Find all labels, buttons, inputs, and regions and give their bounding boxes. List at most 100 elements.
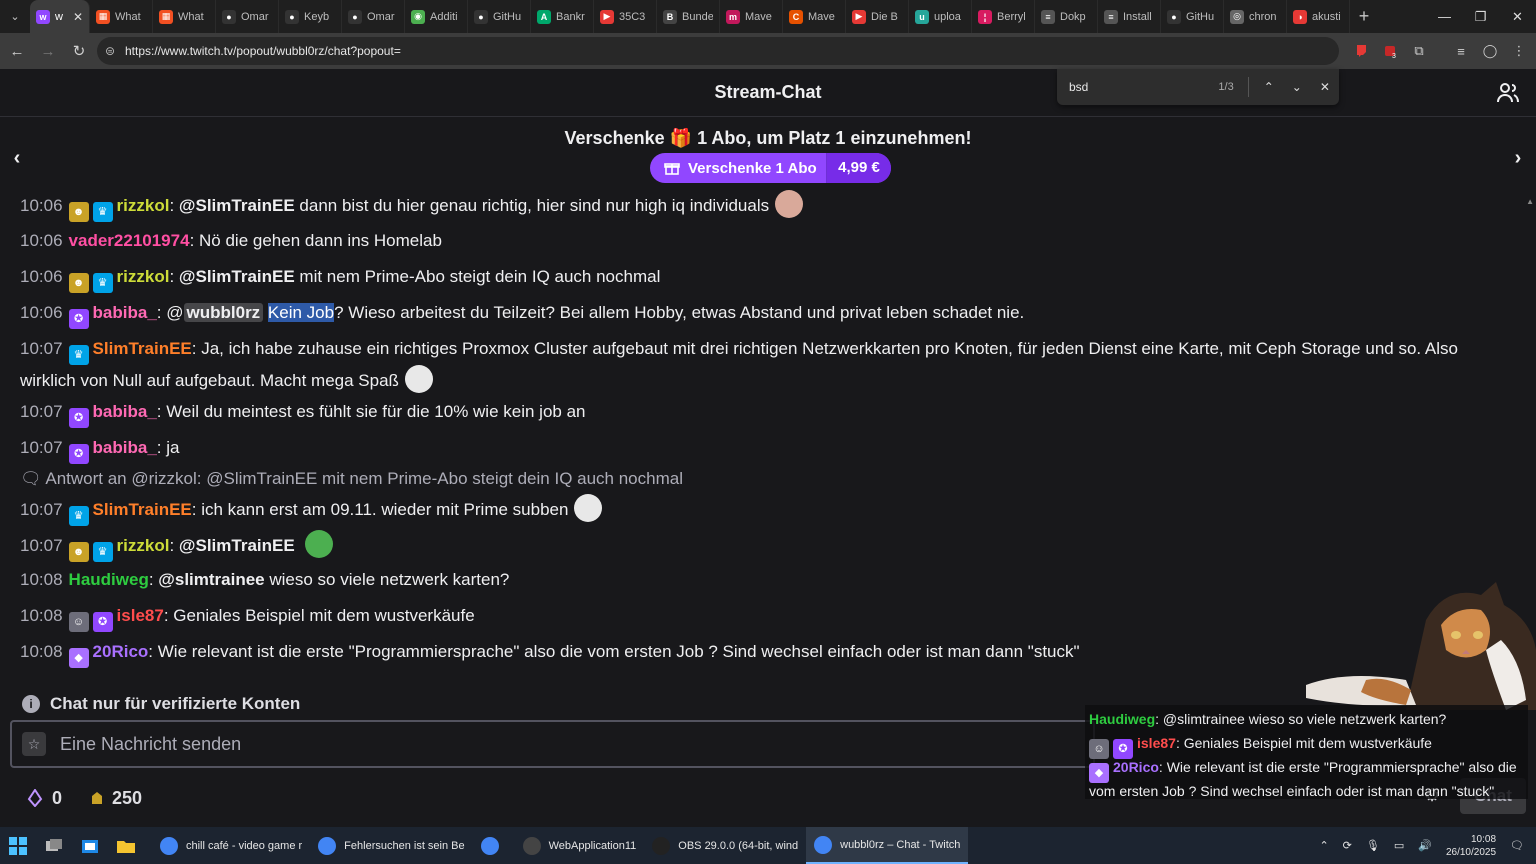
message-username[interactable]: rizzkol	[117, 196, 170, 215]
site-info-icon[interactable]: ⊜	[105, 44, 125, 58]
browser-tab[interactable]: ● Omar	[342, 0, 405, 33]
scrollbar-up-arrow-icon[interactable]: ▲	[1526, 197, 1534, 206]
back-arrow-icon[interactable]: ←	[3, 37, 31, 65]
browser-tab[interactable]: ▶ 35C3	[594, 0, 657, 33]
browser-tab[interactable]: A Bankr	[531, 0, 594, 33]
browser-tab[interactable]: ◉ Additi	[405, 0, 468, 33]
community-users-icon[interactable]	[1496, 81, 1520, 105]
browser-tab[interactable]: u uploa	[909, 0, 972, 33]
extension-twitch-icon[interactable]	[1350, 41, 1372, 61]
forward-arrow-icon[interactable]: →	[34, 37, 62, 65]
taskbar-app[interactable]	[473, 827, 515, 864]
chat-message[interactable]: 10:06 vader22101974: Nö die gehen dann in…	[20, 227, 1510, 254]
emote-icon[interactable]	[775, 190, 804, 218]
browser-menu-icon[interactable]: ⋮	[1508, 41, 1530, 61]
gift-sub-price[interactable]: 4,99 €	[827, 153, 891, 183]
network-icon[interactable]: ▭	[1394, 839, 1404, 852]
chat-message[interactable]: 10:07 ♛ SlimTrainEE: Ja, ich habe zuhause …	[20, 335, 1510, 394]
extension-badge-icon[interactable]: 3	[1380, 41, 1402, 61]
glitch-badge-icon[interactable]: ☺	[68, 612, 89, 632]
browser-tab[interactable]: B Bunde	[657, 0, 720, 33]
chat-message[interactable]: 10:08 ☺ ✪ isle87: Geniales Beispiel mit dem…	[20, 602, 1510, 632]
channel-points-icon[interactable]	[90, 790, 104, 806]
message-username[interactable]: rizzkol	[117, 536, 170, 555]
taskbar-app[interactable]: wubbl0rz – Chat - Twitch	[806, 827, 969, 864]
browser-tab[interactable]: ◑ akusti	[1287, 0, 1350, 33]
message-username[interactable]: isle87	[117, 606, 164, 625]
tab-search-chevron-icon[interactable]: ⌄	[0, 0, 30, 33]
find-close-icon[interactable]: ✕	[1311, 80, 1339, 94]
chat-message[interactable]: 10:06 ☻ ♛ rizzkol: @SlimTrainEE mit nem Pri…	[20, 263, 1510, 293]
browser-tab[interactable]: C Mave	[783, 0, 846, 33]
browser-tab[interactable]: w w ✕	[30, 0, 90, 33]
tray-overflow-chevron-icon[interactable]: ⌃	[1319, 839, 1328, 852]
sub-badge-icon[interactable]: ✪	[92, 612, 113, 632]
browser-tab[interactable]: ▶ Die B	[846, 0, 909, 33]
gift-sub-button-label[interactable]: Verschenke 1 Abo	[650, 153, 827, 183]
media-controls-icon[interactable]: ≡	[1450, 41, 1472, 61]
message-mention[interactable]: @slimtrainee	[158, 570, 264, 589]
chat-message[interactable]: 10:07 ✪ babiba_: Weil du meintest es fühlt…	[20, 398, 1510, 428]
browser-tab[interactable]: ≡ Dokp	[1035, 0, 1098, 33]
vip-badge-icon[interactable]: ◆	[68, 648, 89, 668]
new-tab-plus-icon[interactable]: +	[1350, 6, 1378, 27]
carousel-prev-chevron-icon[interactable]: ‹	[7, 147, 27, 169]
volume-icon[interactable]: 🔊	[1418, 839, 1432, 852]
find-query-input[interactable]: bsd	[1069, 80, 1205, 94]
restore-icon[interactable]: ❐	[1462, 0, 1499, 33]
carousel-next-chevron-icon[interactable]: ›	[1508, 147, 1528, 169]
prime-badge-icon[interactable]: ♛	[68, 345, 89, 365]
sub-badge-icon[interactable]: ✪	[68, 309, 89, 329]
notifications-icon[interactable]: 🗨	[1510, 839, 1524, 852]
sub-badge-icon[interactable]: ✪	[68, 408, 89, 428]
message-username[interactable]: SlimTrainEE	[93, 339, 192, 358]
taskbar-app[interactable]: OBS 29.0.0 (64-bit, wind	[644, 827, 806, 864]
message-username[interactable]: babiba_	[93, 402, 157, 421]
chat-message-input[interactable]: ☆ Eine Nachricht senden	[10, 720, 1095, 768]
clock[interactable]: 10:08 26/10/2025	[1446, 833, 1496, 859]
browser-tab[interactable]: ≡ Install	[1098, 0, 1161, 33]
message-username[interactable]: SlimTrainEE	[93, 500, 192, 519]
browser-tab[interactable]: ¦ Berryl	[972, 0, 1035, 33]
browser-tab[interactable]: m Mave	[720, 0, 783, 33]
find-previous-chevron-up-icon[interactable]: ⌃	[1255, 80, 1283, 94]
chat-message[interactable]: 10:06 ✪ babiba_: @ wubbl0rz Kein Job? Wieso…	[20, 299, 1510, 329]
message-username[interactable]: 20Rico	[93, 642, 149, 661]
message-mention[interactable]: @SlimTrainEE	[179, 536, 295, 555]
chat-message[interactable]: 10:07 ☻ ♛ rizzkol: @SlimTrainEE	[20, 530, 1510, 562]
prime-badge-icon[interactable]: ♛	[92, 202, 113, 222]
message-username[interactable]: babiba_	[93, 438, 157, 457]
message-mention-highlight[interactable]: wubbl0rz	[183, 303, 264, 322]
message-username[interactable]: babiba_	[93, 303, 157, 322]
chat-message[interactable]: 10:06 ☻ ♛ rizzkol: @SlimTrainEE dann bist d…	[20, 190, 1510, 222]
chat-message[interactable]: 10:08 Haudiweg: @slimtrainee wieso so vie…	[20, 566, 1510, 593]
browser-tab[interactable]: ▦ What	[153, 0, 216, 33]
browser-tab[interactable]: ● GitHu	[1161, 0, 1224, 33]
file-explorer-folder-icon[interactable]	[108, 827, 144, 864]
browser-tab[interactable]: ● Omar	[216, 0, 279, 33]
emote-star-icon[interactable]: ☆	[22, 732, 46, 756]
prime-badge-icon[interactable]: ♛	[92, 542, 113, 562]
microphone-icon[interactable]: 🎙	[1366, 839, 1380, 852]
prime-badge-icon[interactable]: ♛	[92, 273, 113, 293]
profile-icon[interactable]: ◯	[1479, 41, 1501, 61]
tab-close-icon[interactable]: ✕	[73, 10, 83, 24]
taskbar-app[interactable]: chill café - video game r	[152, 827, 310, 864]
find-next-chevron-down-icon[interactable]: ⌄	[1283, 80, 1311, 94]
taskbar-app[interactable]: WebApplication11	[515, 827, 645, 864]
window-close-icon[interactable]: ✕	[1499, 0, 1536, 33]
prime-badge-icon[interactable]: ♛	[68, 506, 89, 526]
reload-icon[interactable]: ↻	[65, 37, 93, 65]
emote-icon[interactable]	[305, 530, 334, 558]
browser-tab[interactable]: ● GitHu	[468, 0, 531, 33]
browser-tab[interactable]: ◎ chron	[1224, 0, 1287, 33]
emote-icon[interactable]	[404, 365, 433, 393]
message-username[interactable]: rizzkol	[117, 267, 170, 286]
extensions-puzzle-icon[interactable]: ⧉	[1408, 41, 1430, 61]
chat-message[interactable]: 10:07 ♛ SlimTrainEE: ich kann erst am 09.1…	[20, 494, 1510, 526]
store-icon[interactable]	[72, 827, 108, 864]
bits-badge-icon[interactable]: ☻	[68, 542, 89, 562]
windows-start-icon[interactable]	[0, 827, 36, 864]
chat-message[interactable]: 10:07 ✪ babiba_: ja	[20, 434, 1510, 464]
message-mention[interactable]: @SlimTrainEE	[179, 267, 295, 286]
